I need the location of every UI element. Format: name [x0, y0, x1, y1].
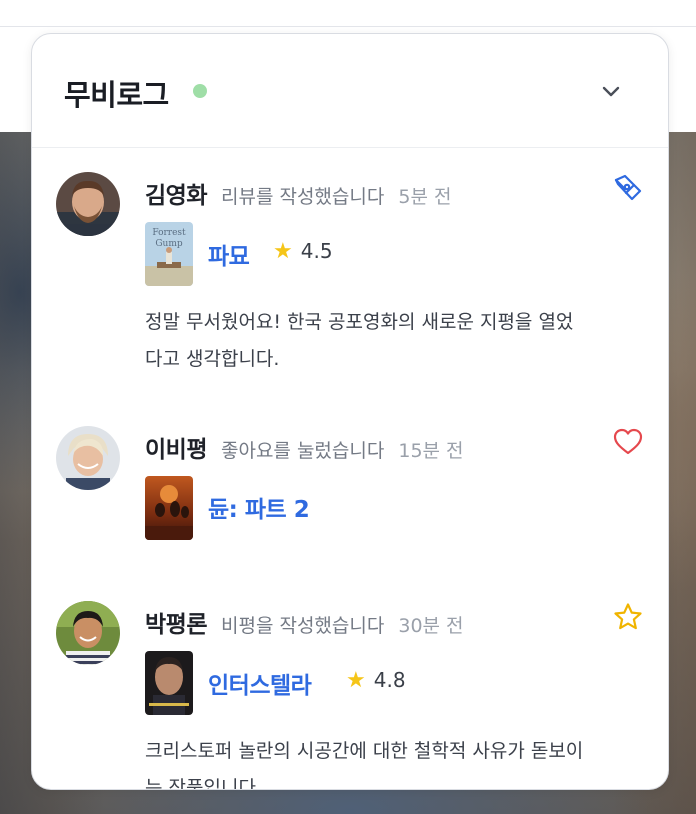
- movie-poster[interactable]: [145, 476, 193, 540]
- chevron-down-icon[interactable]: [598, 78, 624, 104]
- timestamp: 5분 전: [398, 186, 452, 208]
- online-status-dot: [193, 84, 207, 98]
- avatar[interactable]: [56, 172, 120, 236]
- timestamp: 15분 전: [398, 440, 464, 462]
- activity-dropdown-panel: 무비로그 김영화 리뷰를 작성했습니다 5분 전 Forrest Gump 파묘…: [31, 33, 669, 790]
- activity-user-line: 김영화 리뷰를 작성했습니다 5분 전: [145, 176, 451, 210]
- divider: [0, 26, 696, 27]
- user-name[interactable]: 박평론: [145, 612, 207, 638]
- movie-title-link[interactable]: 듄: 파트 2: [208, 490, 310, 524]
- action-text: 좋아요를 눌렀습니다: [220, 440, 385, 462]
- review-text: 정말 무서웠어요! 한국 공포영화의 새로운 지평을 열었다고 생각합니다.: [145, 311, 574, 370]
- timestamp: 30분 전: [398, 615, 464, 637]
- star-icon: ★: [346, 668, 366, 693]
- movie-rating: ★ 4.5: [273, 239, 333, 264]
- activity-item[interactable]: 김영화 리뷰를 작성했습니다 5분 전 Forrest Gump 파묘 ★ 4.…: [32, 148, 668, 398]
- pen-nib-icon[interactable]: [612, 172, 644, 204]
- review-text: 크리스토퍼 놀란의 시공간에 대한 철학적 사유가 돋보이는 작품입니다.: [145, 740, 584, 790]
- movie-poster[interactable]: [145, 651, 193, 715]
- activity-user-line: 박평론 비평을 작성했습니다 30분 전: [145, 605, 464, 639]
- movie-title-link[interactable]: 인터스텔라: [208, 666, 312, 700]
- activity-item[interactable]: 박평론 비평을 작성했습니다 30분 전 인터스텔라 ★ 4.8 크리스토퍼 놀란의 …: [32, 573, 668, 790]
- activity-user-line: 이비평 좋아요를 눌렀습니다 15분 전: [145, 430, 464, 464]
- user-name[interactable]: 김영화: [145, 183, 207, 209]
- avatar[interactable]: [56, 601, 120, 665]
- user-name[interactable]: 이비평: [145, 437, 207, 463]
- activity-item[interactable]: 이비평 좋아요를 눌렀습니다 15분 전 듄: 파트 2: [32, 398, 668, 573]
- svg-text:Forrest: Forrest: [152, 228, 186, 238]
- action-text: 비평을 작성했습니다: [220, 615, 385, 637]
- rating-value: 4.5: [300, 239, 333, 263]
- activity-feed: 김영화 리뷰를 작성했습니다 5분 전 Forrest Gump 파묘 ★ 4.…: [32, 148, 668, 789]
- rating-value: 4.8: [373, 668, 406, 692]
- movie-poster[interactable]: Forrest Gump: [145, 222, 193, 286]
- movie-rating: ★ 4.8: [346, 668, 406, 693]
- star-icon: ★: [273, 239, 293, 264]
- star-outline-icon[interactable]: [612, 601, 644, 633]
- action-text: 리뷰를 작성했습니다: [220, 186, 385, 208]
- heart-icon[interactable]: [612, 426, 644, 458]
- panel-title: 무비로그: [64, 78, 169, 112]
- avatar[interactable]: [56, 426, 120, 490]
- panel-header[interactable]: 무비로그: [32, 34, 668, 148]
- movie-title-link[interactable]: 파묘: [208, 237, 250, 271]
